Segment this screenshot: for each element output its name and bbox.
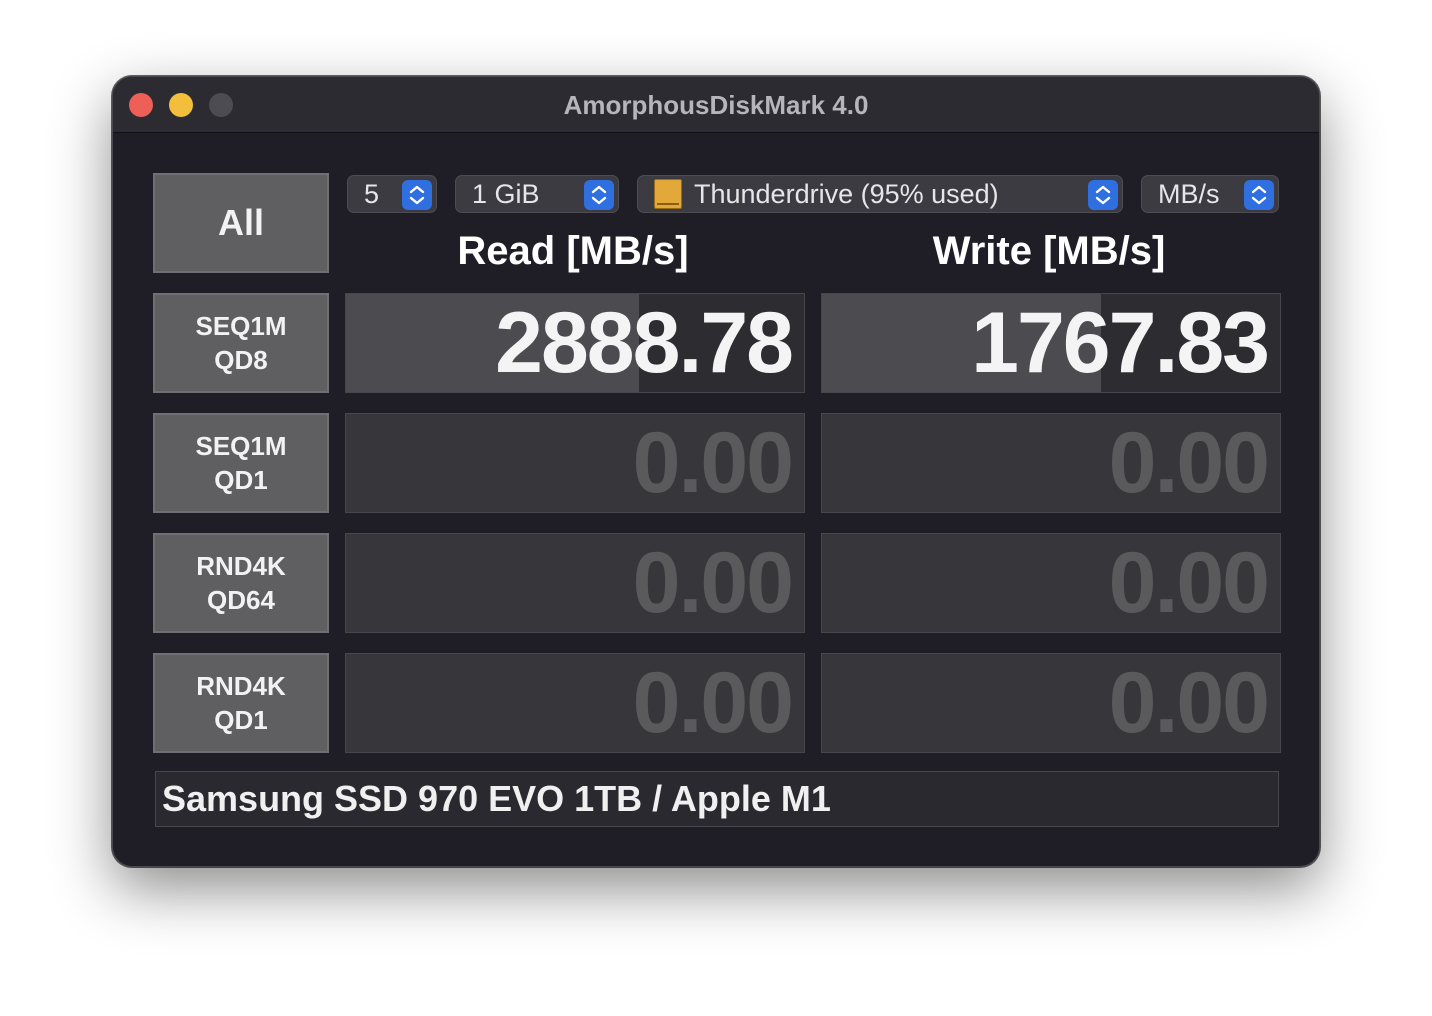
test-button-rnd4k-qd64[interactable]: RND4K QD64 [153, 533, 329, 633]
test-button-line1: SEQ1M [195, 311, 287, 341]
unit-select-value: MB/s [1158, 178, 1220, 209]
write-result-value: 0.00 [1108, 534, 1270, 631]
read-result-value: 0.00 [632, 414, 794, 511]
read-result-value: 0.00 [632, 534, 794, 631]
test-button-line1: RND4K [196, 671, 286, 701]
size-select-value: 1 GiB [472, 178, 540, 209]
write-result-cell: 0.00 [821, 653, 1281, 753]
stepper-icon [1088, 180, 1118, 210]
size-select[interactable]: 1 GiB [455, 175, 619, 213]
title-bar: AmorphousDiskMark 4.0 [113, 77, 1319, 133]
read-result-value: 0.00 [632, 654, 794, 751]
count-select-value: 5 [364, 178, 380, 209]
write-result-value: 0.00 [1108, 414, 1270, 511]
test-button-rnd4k-qd1[interactable]: RND4K QD1 [153, 653, 329, 753]
write-result-value: 1767.83 [971, 294, 1270, 391]
write-result-cell: 0.00 [821, 413, 1281, 513]
all-button[interactable]: All [153, 173, 329, 273]
drive-icon [654, 179, 682, 209]
test-button-seq1m-qd8[interactable]: SEQ1M QD8 [153, 293, 329, 393]
read-result-cell: 0.00 [345, 653, 805, 753]
test-button-line2: QD64 [207, 585, 275, 615]
write-result-value: 0.00 [1108, 654, 1270, 751]
drive-select-value: Thunderdrive (95% used) [694, 178, 999, 209]
write-header: Write [MB/s] [932, 229, 1166, 273]
stepper-icon [402, 180, 432, 210]
test-button-line1: RND4K [196, 551, 286, 581]
comment-field[interactable]: Samsung SSD 970 EVO 1TB / Apple M1 [155, 771, 1279, 827]
read-result-cell: 2888.78 [345, 293, 805, 393]
read-result-cell: 0.00 [345, 413, 805, 513]
test-button-seq1m-qd1[interactable]: SEQ1M QD1 [153, 413, 329, 513]
count-select[interactable]: 5 [347, 175, 437, 213]
window-title: AmorphousDiskMark 4.0 [563, 90, 869, 120]
write-result-cell: 0.00 [821, 533, 1281, 633]
stepper-icon [1244, 180, 1274, 210]
read-result-value: 2888.78 [495, 294, 794, 391]
test-button-line2: QD8 [214, 345, 268, 375]
app-window: AmorphousDiskMark 4.0 All 5 1 GiB Thunde… [112, 76, 1320, 867]
test-button-line2: QD1 [214, 465, 268, 495]
write-result-cell: 1767.83 [821, 293, 1281, 393]
unit-select[interactable]: MB/s [1141, 175, 1279, 213]
all-button-label: All [217, 202, 264, 243]
read-header: Read [MB/s] [457, 229, 689, 273]
comment-text: Samsung SSD 970 EVO 1TB / Apple M1 [162, 778, 831, 819]
stepper-icon [584, 180, 614, 210]
drive-select[interactable]: Thunderdrive (95% used) [637, 175, 1123, 213]
test-button-line2: QD1 [214, 705, 268, 735]
test-button-line1: SEQ1M [195, 431, 287, 461]
read-result-cell: 0.00 [345, 533, 805, 633]
